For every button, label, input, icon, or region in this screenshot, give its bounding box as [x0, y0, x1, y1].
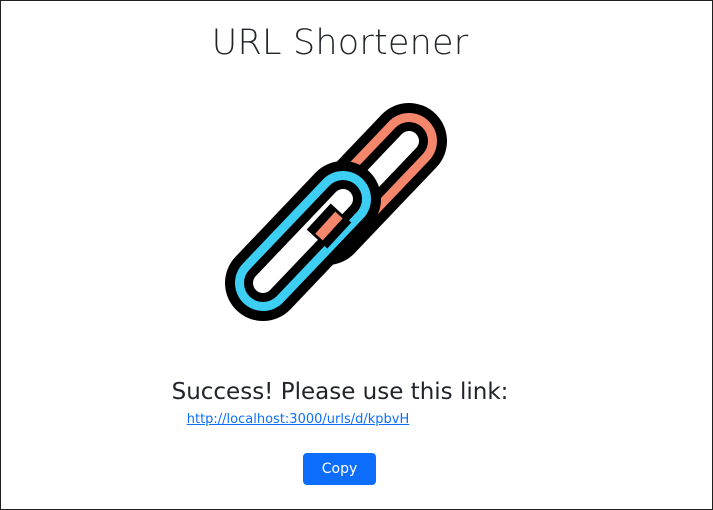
copy-button[interactable]: Copy: [303, 453, 376, 485]
chain-interlock-overlap: [306, 203, 352, 249]
shortened-url-link[interactable]: http://localhost:3000/urls/d/kpbvH: [1, 411, 595, 429]
success-message: Success! Please use this link:: [171, 379, 509, 405]
chain-link-icon: [225, 103, 447, 321]
app-window: URL Shortener Success! Please use this l…: [0, 0, 713, 510]
page-title: URL Shortener: [211, 23, 469, 63]
